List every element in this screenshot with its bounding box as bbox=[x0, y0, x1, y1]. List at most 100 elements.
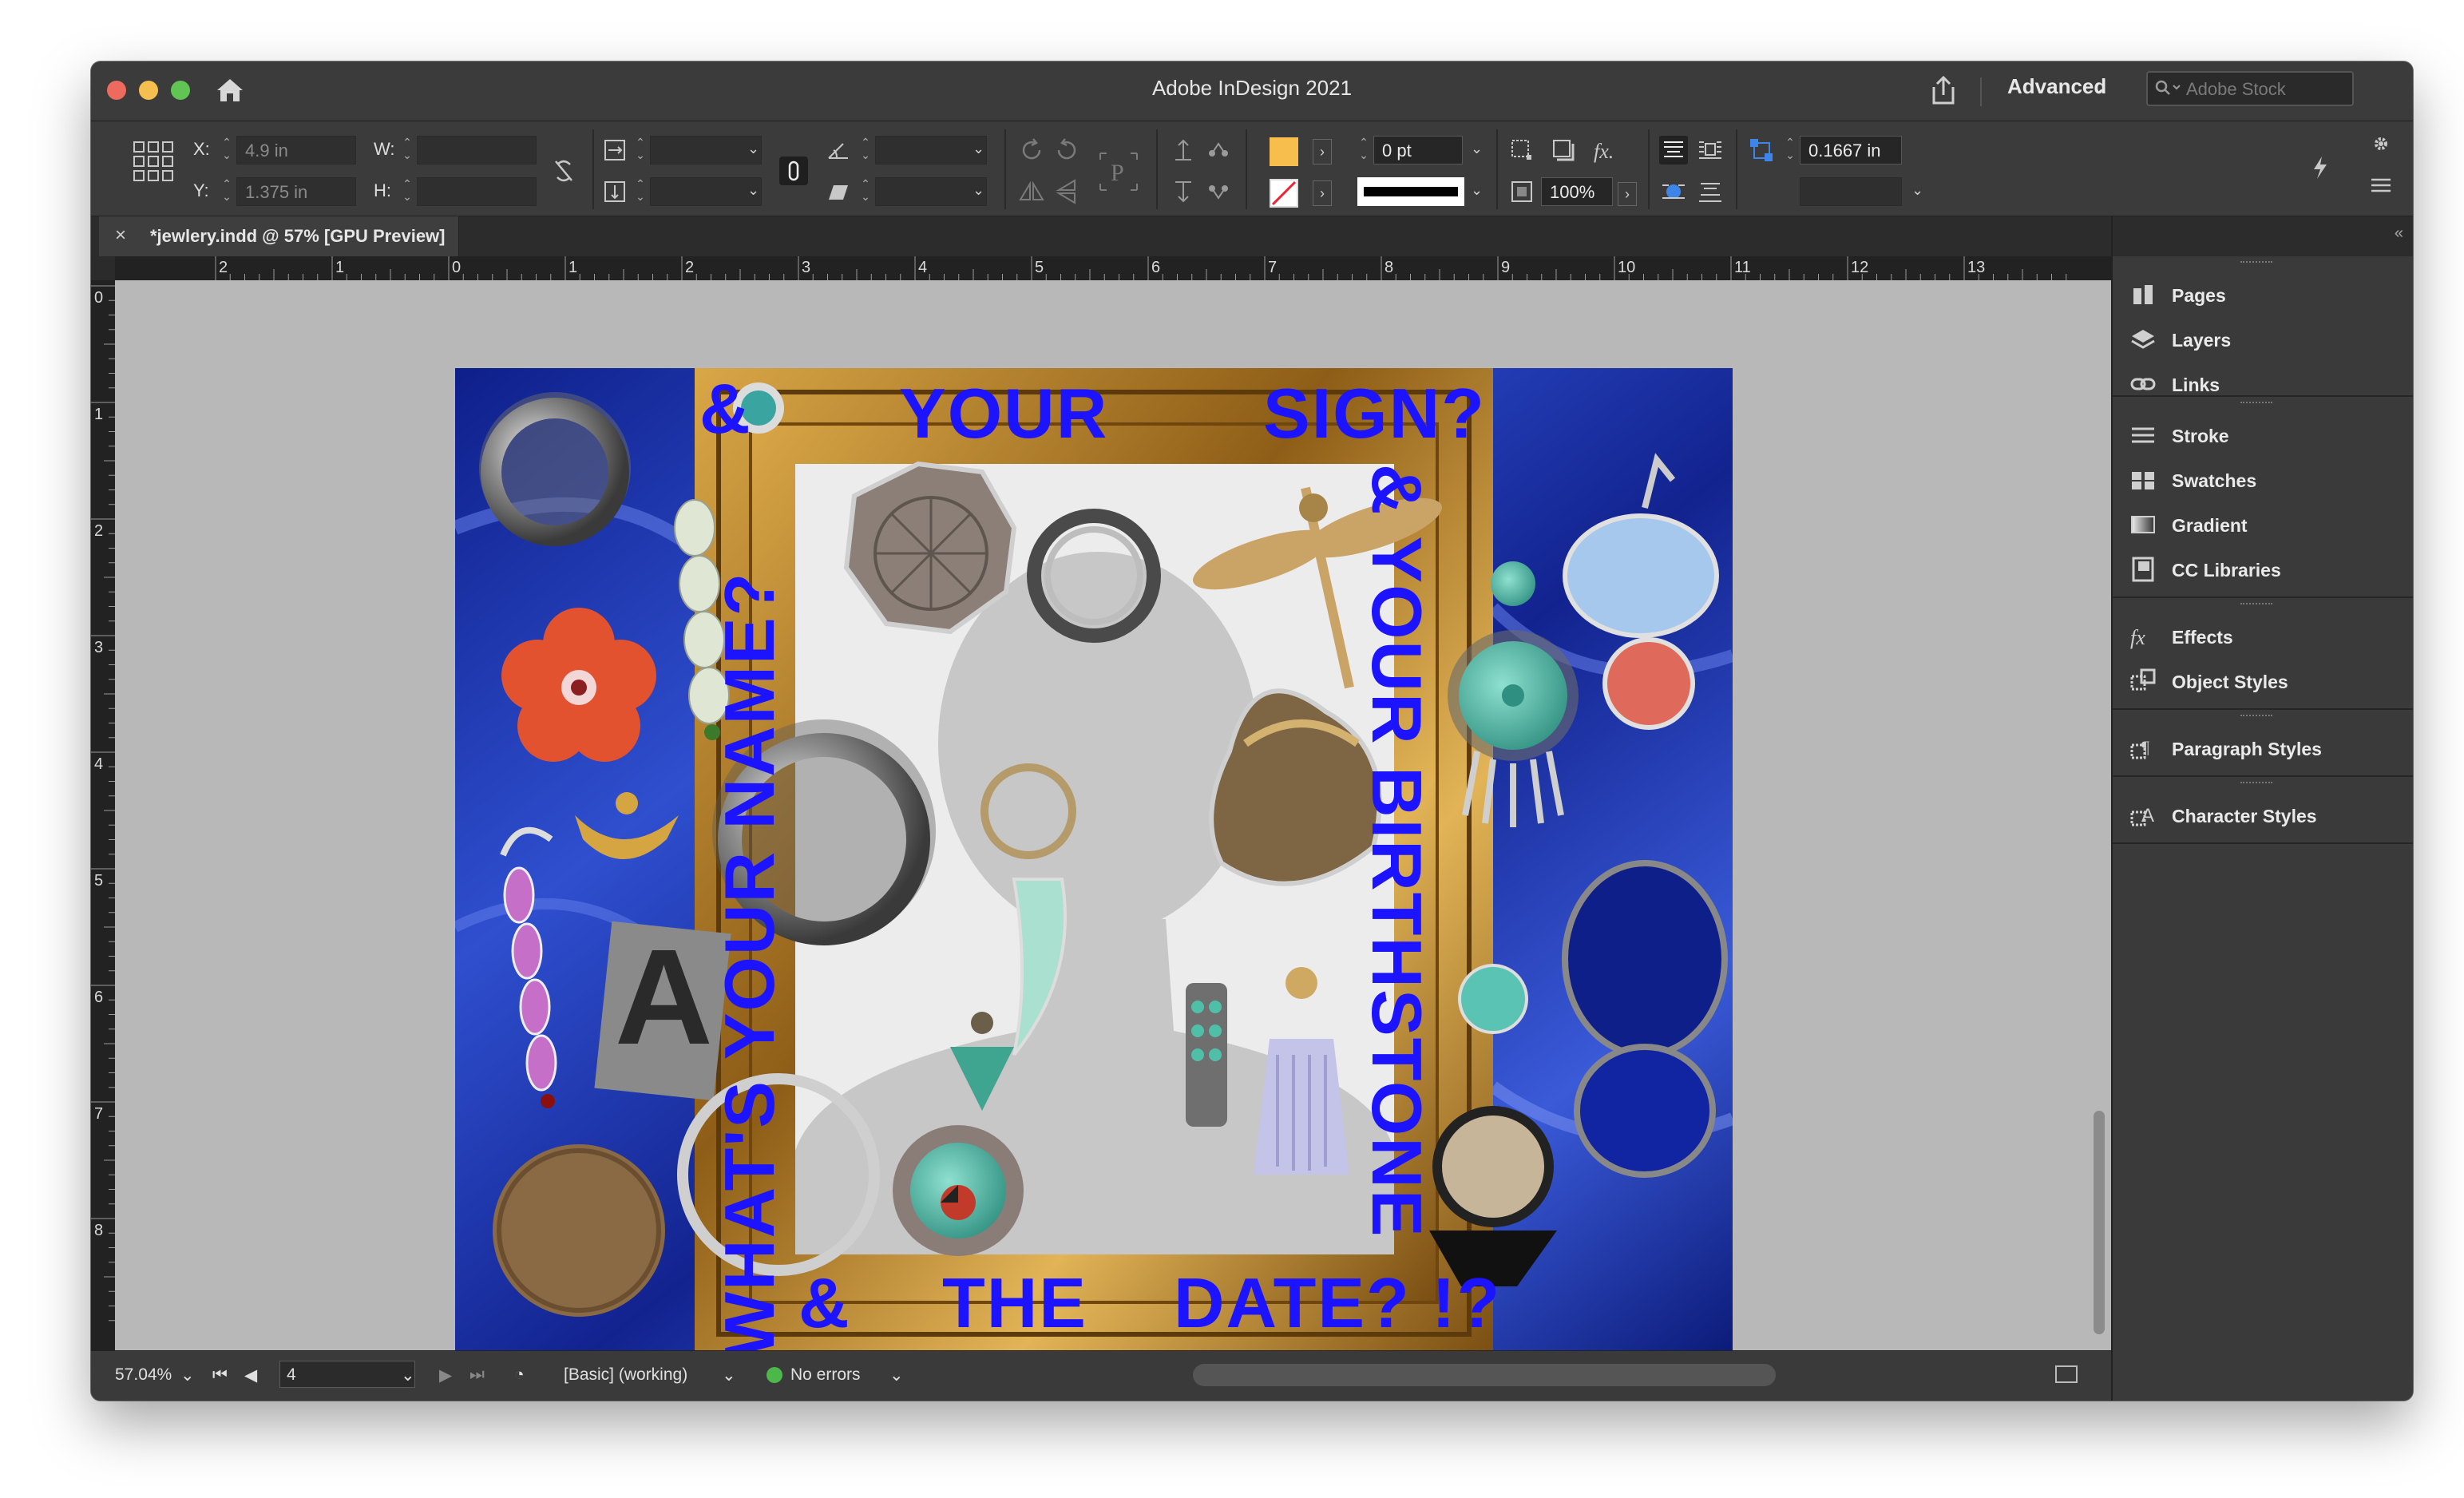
scale-x-field[interactable] bbox=[650, 136, 762, 164]
split-window-icon[interactable] bbox=[2055, 1365, 2078, 1383]
next-page-icon[interactable]: ▶ bbox=[439, 1365, 452, 1385]
panel-grip[interactable] bbox=[2240, 603, 2272, 609]
chevron-down-icon[interactable]: ⌄ bbox=[1471, 141, 1483, 157]
w-stepper[interactable]: ⌃ ⌄ bbox=[401, 136, 414, 164]
stroke-type-preview[interactable] bbox=[1357, 177, 1464, 206]
h-stepper[interactable]: ⌃ ⌄ bbox=[401, 177, 414, 206]
chevron-down-icon[interactable]: ⌄ bbox=[180, 1365, 195, 1385]
opacity-menu[interactable]: › bbox=[1618, 182, 1637, 206]
panel-grip[interactable] bbox=[2240, 715, 2272, 721]
drop-shadow-icon[interactable] bbox=[1507, 136, 1536, 164]
document-tab[interactable]: × *jewlery.indd @ 57% [GPU Preview] bbox=[99, 216, 459, 256]
chevron-down-icon[interactable]: ⌄ bbox=[973, 141, 984, 157]
gap-stepper[interactable]: ⌃ ⌄ bbox=[1784, 136, 1797, 164]
panel-grip[interactable] bbox=[2240, 782, 2272, 788]
previous-page-icon[interactable]: ◀ bbox=[244, 1365, 257, 1385]
gear-icon[interactable] bbox=[2370, 133, 2392, 155]
horizontal-ruler[interactable]: 2 1 0 1 2 3 4 5 6 7 8 9 10 11 12 13 bbox=[115, 256, 2111, 280]
effects-fx-icon[interactable]: fx. bbox=[1592, 136, 1621, 164]
vertical-scrollbar[interactable] bbox=[2087, 280, 2111, 1350]
horizontal-scroll-thumb[interactable] bbox=[1193, 1364, 1776, 1386]
corner-option-field[interactable] bbox=[1800, 177, 1902, 206]
preflight-profile[interactable]: [Basic] (working) bbox=[564, 1365, 687, 1385]
preflight-menu-icon[interactable]: ◔ bbox=[514, 1365, 525, 1385]
panel-item-paragraph-styles[interactable]: ¶ Paragraph Styles bbox=[2113, 726, 2413, 771]
panel-item-object-styles[interactable]: Object Styles bbox=[2113, 659, 2413, 703]
scale-y-stepper[interactable]: ⌃ ⌄ bbox=[634, 177, 647, 206]
panel-item-gradient[interactable]: Gradient bbox=[2113, 502, 2413, 547]
close-tab-icon[interactable]: × bbox=[115, 224, 126, 247]
reference-point-icon[interactable] bbox=[133, 141, 174, 182]
panel-grip[interactable] bbox=[2240, 402, 2272, 408]
panel-item-cc-libraries[interactable]: CC Libraries bbox=[2113, 547, 2413, 592]
quick-actions-lightning-icon[interactable] bbox=[2306, 153, 2335, 182]
rotation-angle-icon[interactable] bbox=[824, 136, 853, 164]
rotate-cw-icon[interactable] bbox=[1017, 136, 1046, 164]
stroke-swatch-menu[interactable]: › bbox=[1313, 180, 1332, 206]
shear-field[interactable] bbox=[875, 177, 987, 206]
chevron-down-icon[interactable]: ⌄ bbox=[401, 1365, 415, 1385]
link-scale-icon[interactable] bbox=[779, 157, 808, 185]
constrain-proportions-icon[interactable] bbox=[549, 157, 578, 185]
w-field[interactable] bbox=[417, 136, 537, 164]
stroke-weight-stepper[interactable]: ⌃ ⌄ bbox=[1357, 136, 1370, 164]
chevron-down-icon[interactable]: ⌄ bbox=[722, 1365, 736, 1385]
stroke-weight-field[interactable]: 0 pt bbox=[1373, 136, 1463, 164]
chevron-down-icon[interactable]: ⌄ bbox=[1911, 182, 1923, 199]
last-page-icon[interactable]: ⏭ bbox=[469, 1365, 485, 1385]
y-field[interactable]: 1.375 in bbox=[236, 177, 356, 206]
rotation-stepper[interactable]: ⌃ ⌄ bbox=[859, 136, 872, 164]
shadow-box-icon[interactable] bbox=[1549, 136, 1578, 164]
select-container-icon[interactable] bbox=[1169, 136, 1198, 164]
chevron-down-icon[interactable]: ⌄ bbox=[1471, 182, 1483, 199]
chevron-down-icon[interactable]: ⌄ bbox=[2091, 77, 2105, 98]
document-canvas[interactable]: 2 1 0 1 2 3 4 5 6 7 8 9 10 11 12 13 012345678 bbox=[91, 256, 2111, 1350]
gap-tool-icon[interactable] bbox=[1747, 136, 1776, 164]
preflight-errors[interactable]: No errors bbox=[790, 1365, 861, 1385]
panel-grip[interactable] bbox=[2240, 261, 2272, 268]
stroke-swatch-none[interactable] bbox=[1270, 179, 1298, 208]
first-page-icon[interactable]: ⏮ bbox=[212, 1365, 228, 1385]
panel-item-stroke[interactable]: Stroke bbox=[2113, 413, 2413, 458]
ruler-origin[interactable] bbox=[91, 256, 115, 280]
select-next-object-icon[interactable] bbox=[1204, 177, 1233, 206]
h-field[interactable] bbox=[417, 177, 537, 206]
panel-item-pages[interactable]: Pages bbox=[2113, 272, 2413, 317]
opacity-field[interactable]: 100% bbox=[1541, 177, 1613, 206]
chevron-down-icon[interactable]: ⌄ bbox=[889, 1365, 904, 1385]
collapse-panels-icon[interactable]: « bbox=[2395, 224, 2403, 243]
gap-field[interactable]: 0.1667 in bbox=[1800, 136, 1902, 164]
scale-x-stepper[interactable]: ⌃ ⌄ bbox=[634, 136, 647, 164]
fill-swatch-menu[interactable]: › bbox=[1313, 139, 1332, 164]
zoom-level[interactable]: 57.04% bbox=[115, 1365, 172, 1385]
x-field[interactable]: 4.9 in bbox=[236, 136, 356, 164]
shear-angle-icon[interactable] bbox=[824, 177, 853, 206]
scale-y-icon[interactable] bbox=[600, 177, 629, 206]
text-wrap-bounding-icon[interactable] bbox=[1696, 136, 1725, 164]
chevron-down-icon[interactable]: ⌄ bbox=[747, 182, 759, 199]
panel-item-character-styles[interactable]: A Character Styles bbox=[2113, 793, 2413, 838]
page-number-field[interactable]: 4 bbox=[279, 1361, 415, 1388]
rotate-ccw-icon[interactable] bbox=[1052, 136, 1081, 164]
text-wrap-none-icon[interactable] bbox=[1659, 136, 1688, 164]
flip-vertical-icon[interactable] bbox=[1052, 177, 1081, 206]
vertical-scroll-thumb[interactable] bbox=[2094, 1111, 2105, 1334]
select-previous-object-icon[interactable] bbox=[1204, 136, 1233, 164]
rotation-field[interactable] bbox=[875, 136, 987, 164]
opacity-icon[interactable] bbox=[1507, 177, 1536, 206]
scale-y-field[interactable] bbox=[650, 177, 762, 206]
auto-fit-icon[interactable] bbox=[1659, 177, 1688, 206]
vertical-ruler[interactable]: 0 1 2 3 4 5 6 7 8 bbox=[91, 280, 115, 1350]
flip-horizontal-icon[interactable] bbox=[1017, 177, 1046, 206]
y-stepper[interactable]: ⌃ ⌄ bbox=[220, 177, 233, 206]
document-spread[interactable]: YOUR SIGN? & YOUR BIRTHSTONE WHAT'S YOUR… bbox=[455, 368, 1733, 1350]
frame-orientation-icon[interactable]: P bbox=[1097, 150, 1140, 193]
align-bottom-icon[interactable] bbox=[1696, 177, 1725, 206]
chevron-down-icon[interactable]: ⌄ bbox=[747, 141, 759, 157]
share-icon[interactable] bbox=[1927, 73, 1959, 108]
panel-item-swatches[interactable]: Swatches bbox=[2113, 458, 2413, 502]
panel-item-effects[interactable]: fx Effects bbox=[2113, 614, 2413, 659]
fill-swatch[interactable] bbox=[1270, 137, 1298, 166]
scale-x-icon[interactable] bbox=[600, 136, 629, 164]
adobe-stock-search[interactable]: Adobe Stock bbox=[2146, 71, 2354, 106]
